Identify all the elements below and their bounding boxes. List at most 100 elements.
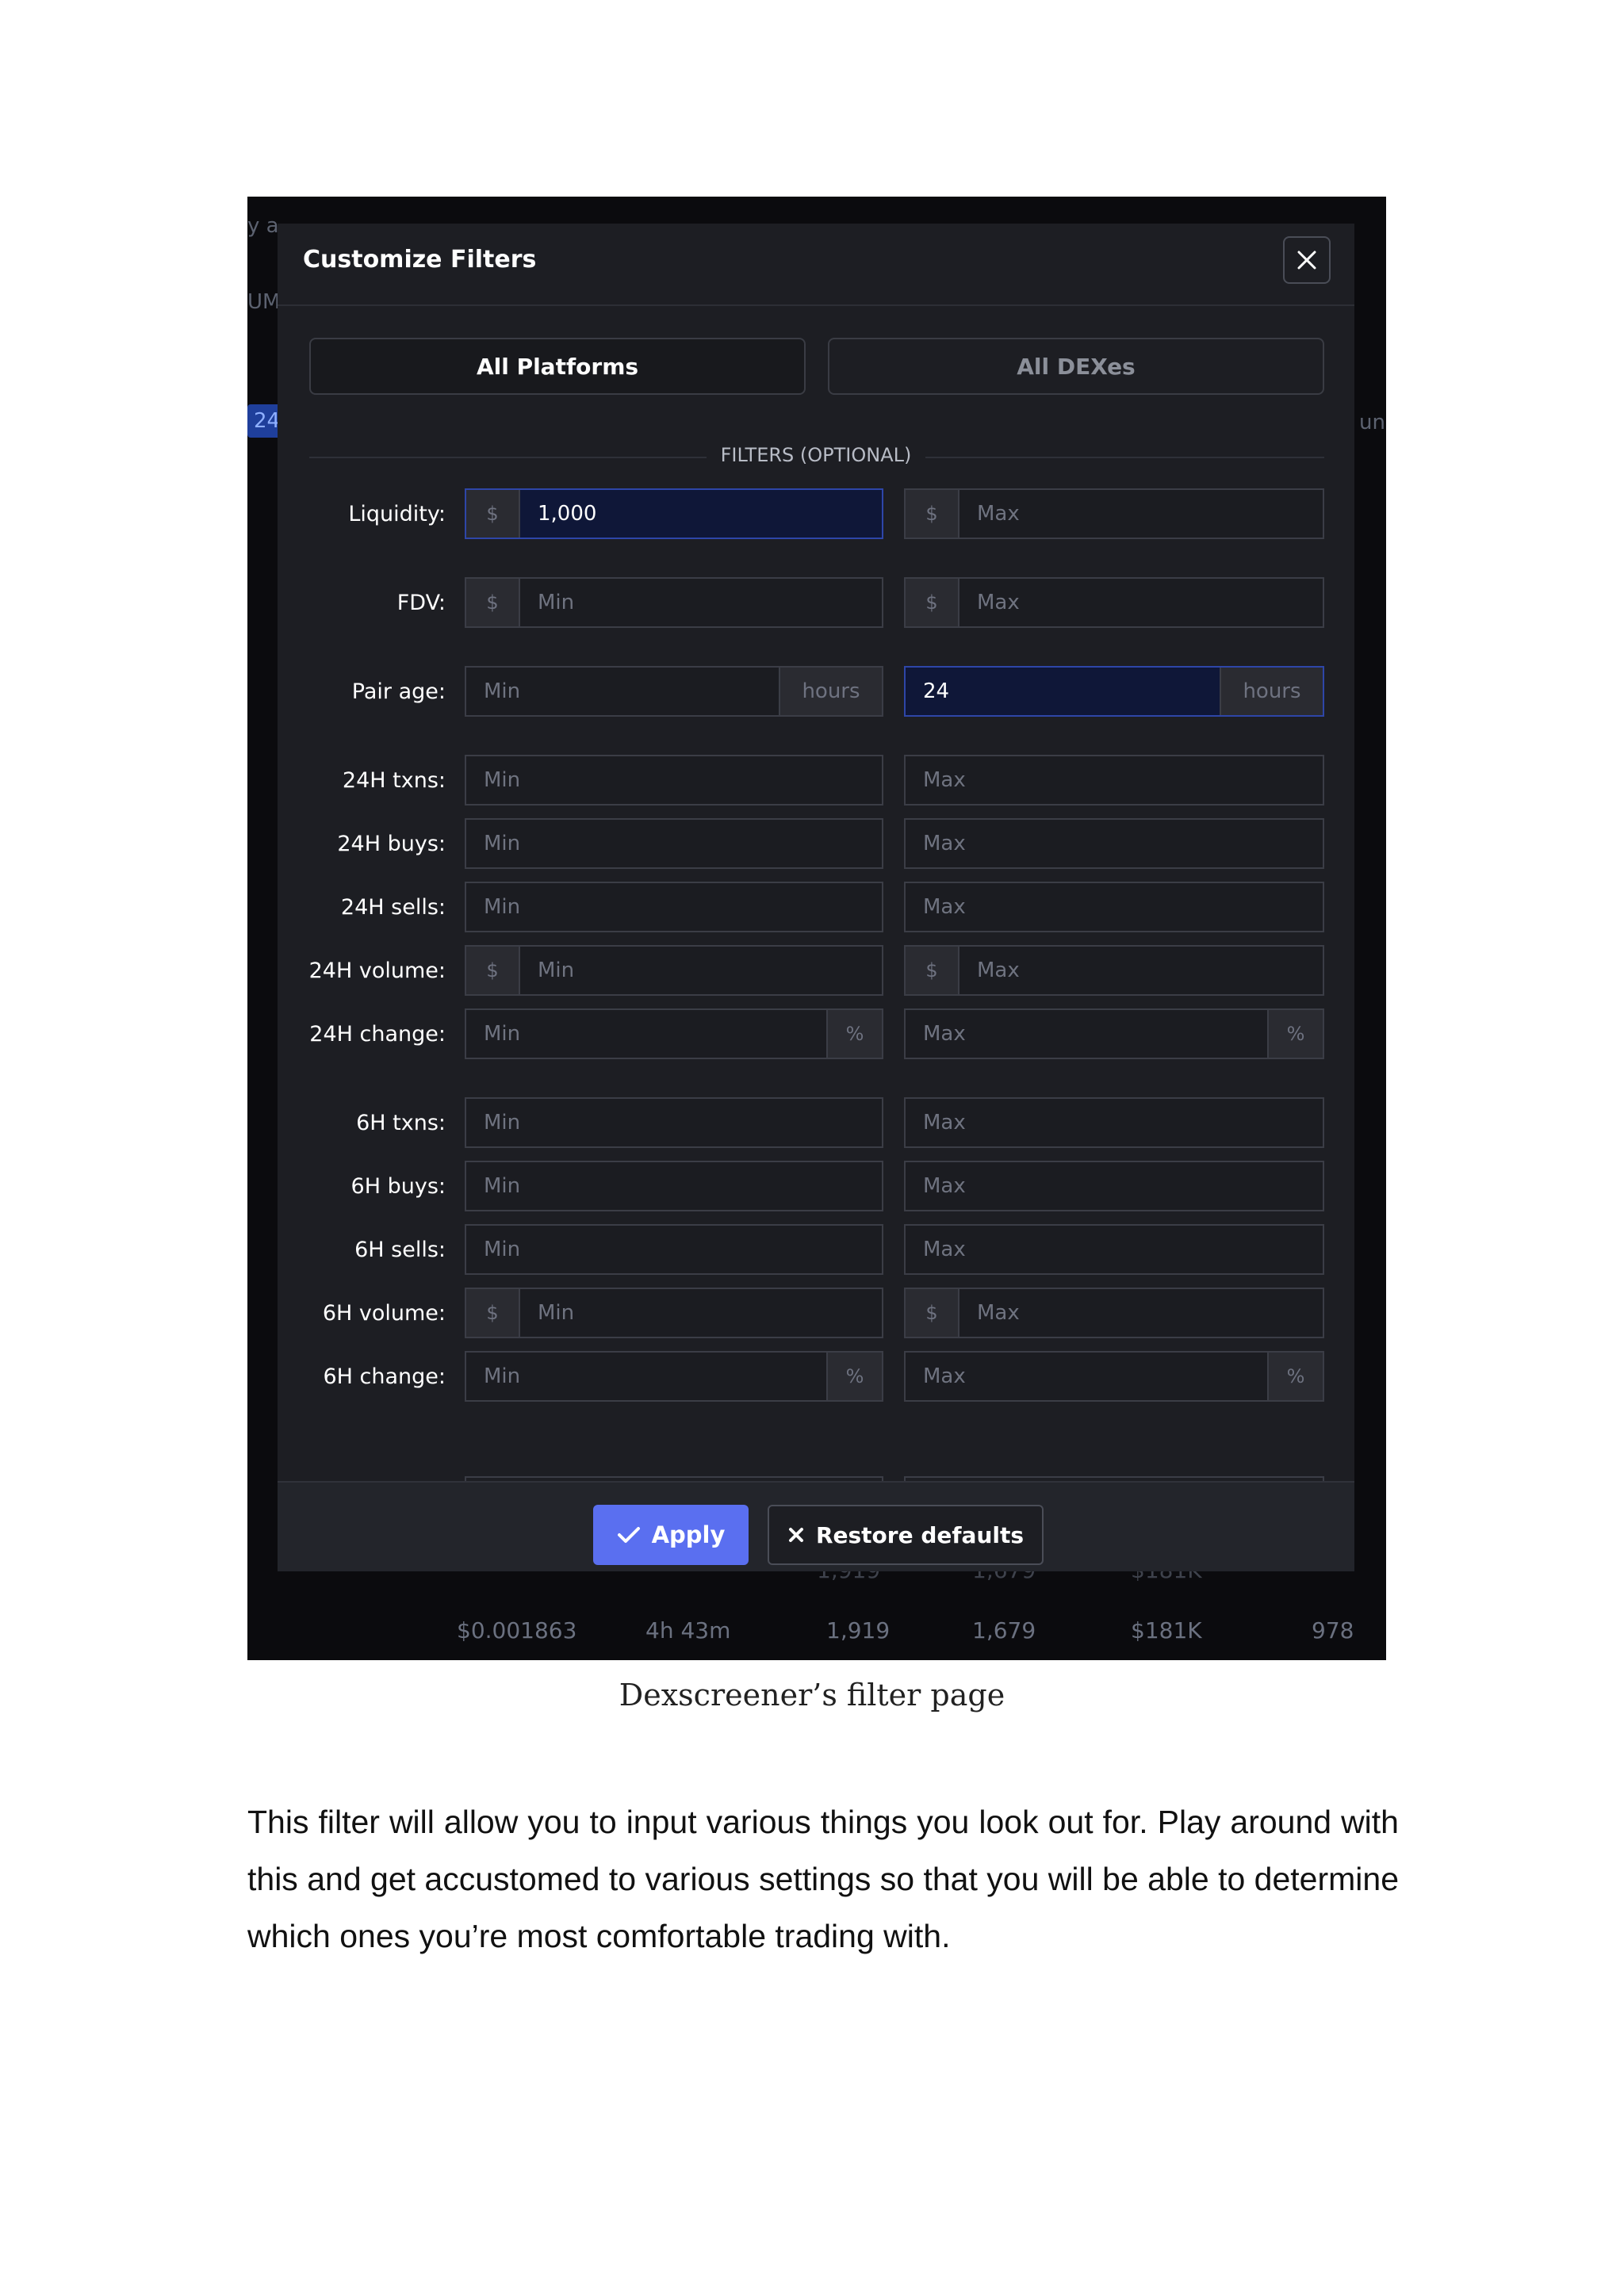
max-input[interactable]: Max: [904, 818, 1324, 869]
min-input[interactable]: Min: [465, 1161, 883, 1211]
max-input[interactable]: Max%: [904, 1351, 1324, 1402]
min-input[interactable]: $ Min: [465, 577, 883, 628]
input-placeholder: Max: [923, 832, 966, 855]
max-input[interactable]: Max: [904, 1097, 1324, 1148]
min-input[interactable]: $1,000: [465, 488, 883, 539]
background-table-cell: $181K: [1131, 1617, 1202, 1644]
min-input[interactable]: Min: [465, 755, 883, 806]
input-value: 24: [906, 668, 1220, 715]
filter-row: Liquidity: $1,000 $ Max: [278, 488, 1354, 541]
min-input[interactable]: $ Min: [465, 1288, 883, 1338]
min-input[interactable]: $ Min: [465, 945, 883, 996]
filter-row: 24H sells: Min Max: [278, 882, 1354, 934]
background-table-cell: 4h 43m: [645, 1617, 731, 1644]
x-icon: [787, 1526, 805, 1544]
figure-caption: Dexscreener’s filter page: [619, 1678, 1005, 1712]
min-input[interactable]: Min%: [465, 1008, 883, 1059]
background-table-cell: 1,919: [826, 1617, 891, 1644]
max-input[interactable]: Max: [904, 1224, 1324, 1275]
max-input[interactable]: $ Max: [904, 577, 1324, 628]
min-input[interactable]: Min: [465, 818, 883, 869]
filter-row: 24H change: Min% Max%: [278, 1008, 1354, 1061]
max-input[interactable]: 24 hours: [904, 666, 1324, 717]
dollar-prefix: $: [906, 579, 959, 626]
hours-suffix: hours: [1220, 668, 1323, 715]
dollar-prefix: $: [906, 947, 959, 994]
screenshot-frame: y a UM 24 un 1,919 1,679 $181K $0.001863…: [247, 197, 1386, 1660]
background-table-cell: 1,679: [972, 1617, 1036, 1644]
filter-label: 24H change:: [309, 1022, 446, 1047]
max-input[interactable]: $ Max: [904, 945, 1324, 996]
input-placeholder: Min: [484, 768, 521, 792]
percent-suffix: %: [1267, 1353, 1323, 1400]
max-input[interactable]: Max%: [904, 1008, 1324, 1059]
input-placeholder: Max: [977, 502, 1020, 526]
customize-filters-modal: Customize Filters All Platforms All DEXe…: [278, 224, 1354, 1571]
percent-suffix: %: [826, 1010, 882, 1058]
filter-label: 6H txns:: [356, 1111, 446, 1135]
filter-row: 6H sells: Min Max: [278, 1224, 1354, 1276]
filter-row: 24H txns: Min Max: [278, 755, 1354, 807]
dollar-prefix: $: [466, 1289, 520, 1337]
max-input[interactable]: Max: [904, 1161, 1324, 1211]
apply-label: Apply: [651, 1521, 726, 1548]
input-placeholder: Min: [484, 895, 521, 919]
filter-label: 24H buys:: [337, 832, 446, 856]
min-input[interactable]: Min: [465, 882, 883, 932]
background-text-fragment: y a: [247, 214, 279, 238]
filter-row: 6H buys: Min Max: [278, 1161, 1354, 1213]
filter-label: 24H txns:: [342, 768, 446, 793]
input-placeholder: Max: [923, 1174, 966, 1198]
filter-label: 6H buys:: [350, 1174, 446, 1199]
max-input[interactable]: $ Max: [904, 1288, 1324, 1338]
filter-row: 24H buys: Min Max: [278, 818, 1354, 871]
input-placeholder: Min: [484, 1364, 521, 1388]
filters-section-label: FILTERS (OPTIONAL): [278, 444, 1354, 466]
modal-title: Customize Filters: [303, 246, 537, 274]
min-input[interactable]: Min hours: [465, 666, 883, 717]
tab-all-platforms[interactable]: All Platforms: [309, 338, 806, 395]
tab-all-dexes[interactable]: All DEXes: [828, 338, 1324, 395]
input-placeholder: Min: [538, 1301, 575, 1325]
close-button[interactable]: [1283, 236, 1331, 284]
filter-label: 24H volume:: [308, 959, 446, 983]
input-placeholder: Min: [484, 832, 521, 855]
min-input[interactable]: Min%: [465, 1351, 883, 1402]
input-placeholder: Max: [923, 1022, 966, 1046]
dollar-prefix: $: [466, 490, 520, 538]
max-input[interactable]: Max: [904, 755, 1324, 806]
filter-label: Liquidity:: [348, 502, 446, 526]
input-placeholder: Max: [977, 591, 1020, 614]
restore-defaults-label: Restore defaults: [815, 1521, 1025, 1548]
dollar-prefix: $: [466, 579, 520, 626]
max-input[interactable]: Max: [904, 882, 1324, 932]
input-placeholder: Max: [923, 1238, 966, 1261]
input-value: 1,000: [520, 490, 882, 538]
apply-button[interactable]: Apply: [593, 1505, 749, 1565]
input-placeholder: Min: [484, 1174, 521, 1198]
max-input[interactable]: $ Max: [904, 488, 1324, 539]
min-input[interactable]: Min: [465, 1224, 883, 1275]
filters-label-text: FILTERS (OPTIONAL): [706, 444, 926, 466]
background-table-cell: 978: [1312, 1617, 1354, 1644]
hours-suffix: hours: [779, 668, 882, 715]
dollar-prefix: $: [906, 490, 959, 538]
input-placeholder: Min: [484, 1022, 521, 1046]
min-input[interactable]: Min: [465, 1097, 883, 1148]
dollar-prefix: $: [906, 1289, 959, 1337]
restore-defaults-button[interactable]: Restore defaults: [768, 1505, 1044, 1565]
filter-row: 6H change: Min% Max%: [278, 1351, 1354, 1403]
filter-row: Pair age: Min hours 24 hours: [278, 666, 1354, 718]
input-placeholder: Min: [484, 1238, 521, 1261]
filter-label: 24H sells:: [340, 895, 446, 920]
background-text-fragment: UM: [247, 290, 281, 314]
percent-suffix: %: [1267, 1010, 1323, 1058]
modal-footer: Apply Restore defaults: [278, 1481, 1354, 1571]
modal-header: Customize Filters: [278, 224, 1354, 306]
filter-label: Pair age:: [351, 679, 446, 704]
input-placeholder: Max: [923, 895, 966, 919]
input-placeholder: Max: [923, 1111, 966, 1135]
input-placeholder: Min: [538, 591, 575, 614]
percent-suffix: %: [826, 1353, 882, 1400]
background-text-fragment: un: [1359, 411, 1385, 434]
